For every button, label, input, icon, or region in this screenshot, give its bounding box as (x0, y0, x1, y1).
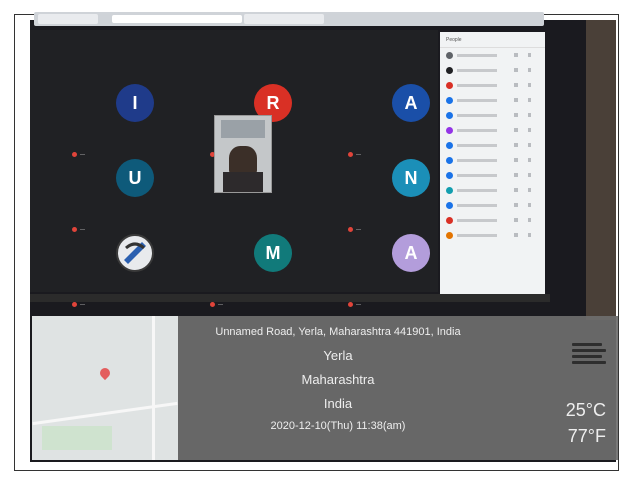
participant-name: — (356, 302, 361, 308)
haze-weather-icon (572, 340, 606, 366)
avatar (446, 232, 453, 239)
mic-icon[interactable] (514, 68, 518, 72)
participant-tile[interactable]: U — (70, 145, 200, 233)
mic-icon[interactable] (514, 113, 518, 117)
mic-muted-icon (210, 302, 215, 308)
more-icon[interactable] (528, 173, 531, 177)
people-list-item[interactable] (440, 108, 545, 123)
browser-tab[interactable] (244, 14, 324, 24)
people-list-item[interactable] (440, 228, 545, 243)
avatar (446, 157, 453, 164)
location-info-panel: Unnamed Road, Yerla, Maharashtra 441901,… (178, 316, 618, 460)
address-text: Unnamed Road, Yerla, Maharashtra 441901,… (215, 326, 461, 338)
more-icon[interactable] (528, 233, 531, 237)
more-icon[interactable] (528, 68, 531, 72)
more-icon[interactable] (528, 188, 531, 192)
participant-avatar: N (392, 159, 430, 197)
participant-name: — (80, 302, 85, 308)
people-list-item[interactable] (440, 153, 545, 168)
temperature-celsius: 25°C (565, 400, 606, 420)
avatar (446, 202, 453, 209)
mic-icon[interactable] (514, 143, 518, 147)
avatar (446, 187, 453, 194)
participant-avatar: M (254, 234, 292, 272)
more-icon[interactable] (528, 143, 531, 147)
participant-avatar: A (392, 234, 430, 272)
mic-muted-icon (348, 302, 353, 308)
map-road (32, 401, 178, 426)
avatar (446, 172, 453, 179)
avatar (446, 142, 453, 149)
mic-icon[interactable] (514, 158, 518, 162)
people-list-item[interactable] (440, 123, 545, 138)
more-icon[interactable] (528, 113, 531, 117)
avatar (446, 217, 453, 224)
more-icon[interactable] (528, 128, 531, 132)
mic-icon[interactable] (514, 233, 518, 237)
participant-avatar: A (392, 84, 430, 122)
mic-icon[interactable] (514, 188, 518, 192)
people-list-item[interactable] (440, 168, 545, 183)
people-list-item[interactable] (440, 63, 545, 78)
datetime-text: 2020-12-10(Thu) 11:38(am) (270, 420, 406, 432)
participant-tile[interactable]: M — (208, 220, 338, 308)
location-map (32, 316, 178, 460)
avatar (446, 127, 453, 134)
people-panel-title: People (440, 32, 545, 48)
people-list-item[interactable] (440, 183, 545, 198)
mic-icon[interactable] (514, 98, 518, 102)
participant-avatar: U (116, 159, 154, 197)
more-icon[interactable] (528, 83, 531, 87)
temperature-fahrenheit: 77°F (567, 426, 606, 446)
participant-video-feed[interactable] (214, 115, 272, 193)
people-list-item[interactable] (440, 93, 545, 108)
taskbar (30, 294, 550, 302)
more-icon[interactable] (528, 98, 531, 102)
mic-icon[interactable] (514, 53, 518, 57)
mic-icon[interactable] (514, 83, 518, 87)
people-list-item[interactable] (440, 78, 545, 93)
avatar (446, 52, 453, 59)
participant-name: — (218, 302, 223, 308)
avatar (446, 112, 453, 119)
mic-icon[interactable] (514, 218, 518, 222)
browser-tab-bar[interactable] (34, 12, 544, 26)
mic-muted-icon (72, 302, 77, 308)
video-meeting-grid: I — R — A — U — N — — M — A — (30, 30, 438, 308)
city-text: Yerla (323, 348, 353, 363)
participant-tile[interactable]: I — (70, 70, 200, 158)
people-list-item[interactable] (440, 48, 545, 63)
mic-icon[interactable] (514, 128, 518, 132)
mic-icon[interactable] (514, 173, 518, 177)
country-text: India (323, 396, 353, 411)
people-list-item[interactable] (440, 213, 545, 228)
browser-tab[interactable] (38, 14, 98, 24)
more-icon[interactable] (528, 203, 531, 207)
people-list-item[interactable] (440, 138, 545, 153)
logo-icon (124, 242, 146, 264)
people-panel[interactable]: People (440, 32, 545, 294)
avatar (446, 82, 453, 89)
mic-icon[interactable] (514, 203, 518, 207)
background-wall (586, 20, 616, 320)
people-list-item[interactable] (440, 198, 545, 213)
map-pin-icon (97, 365, 113, 381)
video-background (221, 120, 265, 138)
participant-body (223, 172, 263, 192)
map-road (152, 316, 155, 460)
address-bar[interactable] (112, 15, 242, 23)
avatar (446, 67, 453, 74)
avatar (446, 97, 453, 104)
more-icon[interactable] (528, 218, 531, 222)
state-text: Maharashtra (301, 372, 375, 387)
more-icon[interactable] (528, 158, 531, 162)
participant-tile[interactable]: — (70, 220, 200, 308)
participant-avatar-image (116, 234, 154, 272)
participant-avatar: I (116, 84, 154, 122)
more-icon[interactable] (528, 53, 531, 57)
